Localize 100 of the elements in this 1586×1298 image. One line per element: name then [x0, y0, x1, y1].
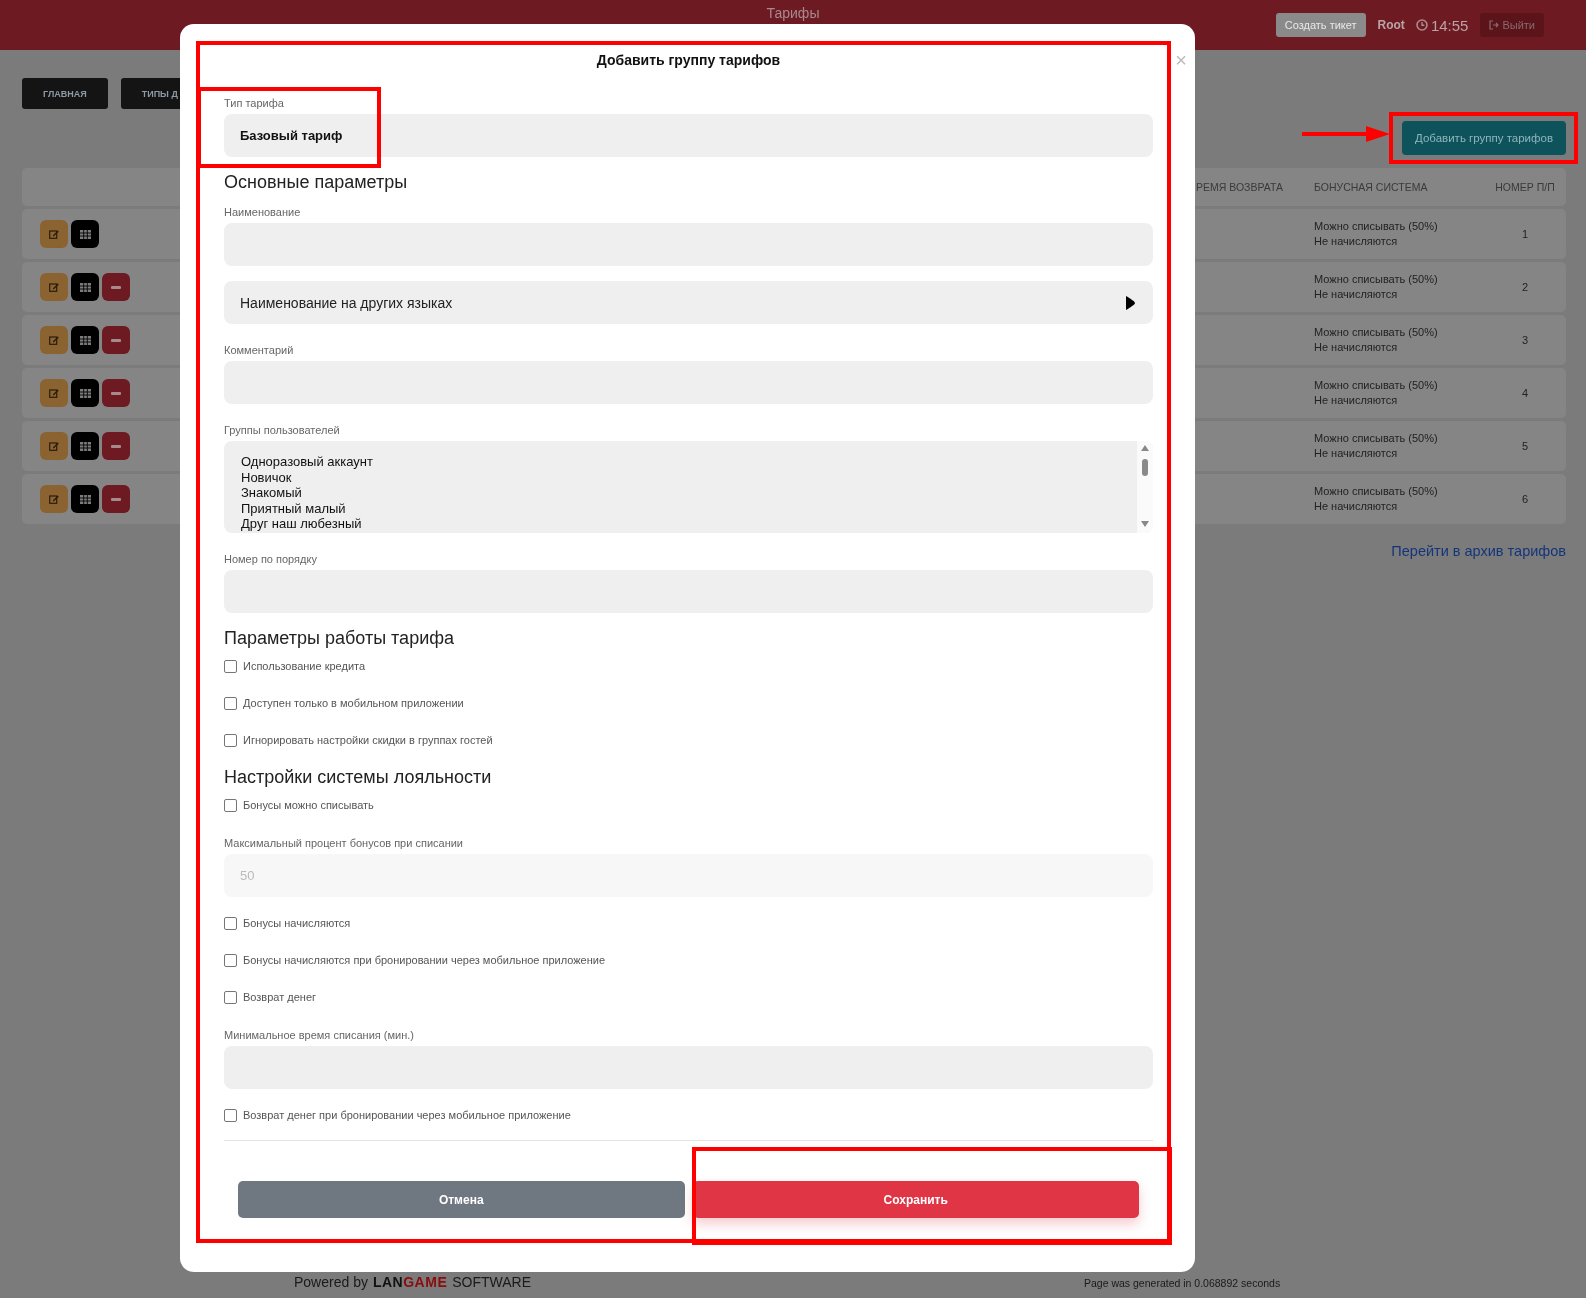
edit-button[interactable] — [40, 273, 68, 301]
grid-icon — [79, 282, 91, 292]
section-heading: Параметры работы тарифа — [224, 627, 456, 650]
edit-icon — [49, 229, 59, 239]
powered-by-text: Powered by — [294, 1274, 368, 1290]
select-field[interactable]: Базовый тариф — [224, 114, 1153, 157]
field-label: Тип тарифа — [224, 96, 285, 110]
minus-icon — [111, 338, 121, 342]
edit-button[interactable] — [40, 379, 68, 407]
minus-icon — [111, 391, 121, 395]
add-tariff-group-button[interactable]: Добавить группу тарифов — [1402, 121, 1566, 155]
checkbox[interactable] — [224, 990, 237, 1004]
minus-icon — [111, 497, 121, 501]
exit-icon — [1489, 20, 1500, 30]
grid-icon — [79, 388, 91, 398]
table-cell-text: 2 — [1520, 281, 1530, 293]
minus-icon — [111, 285, 121, 289]
table-cell-text: 6 — [1520, 493, 1530, 505]
checkbox[interactable] — [224, 1108, 237, 1122]
grid-icon — [79, 335, 91, 345]
edit-icon — [49, 388, 59, 398]
edit-button[interactable] — [40, 220, 68, 248]
checkbox[interactable] — [224, 659, 237, 673]
listbox[interactable]: Одноразовый аккаунт Новичок Знакомый Приятный малый Друг наш любезный — [224, 441, 1153, 533]
table-cell-text: Можно списывать (50%) — [1314, 431, 1439, 446]
edit-button[interactable] — [40, 485, 68, 513]
field-label: Максимальный процент бонусов при списании — [224, 836, 465, 850]
table-button[interactable] — [71, 485, 99, 513]
table-cell-text: Можно списывать (50%) — [1314, 484, 1439, 499]
checkbox[interactable] — [224, 953, 237, 967]
delete-button[interactable] — [102, 485, 130, 513]
table-button[interactable] — [71, 432, 99, 460]
table-cell-text: Можно списывать (50%) — [1314, 325, 1439, 340]
grid-icon — [79, 494, 91, 504]
edit-icon — [49, 282, 59, 292]
checkbox[interactable] — [224, 916, 237, 930]
collapsible-row[interactable]: Наименование на других языках — [224, 281, 1153, 324]
section-heading: Основные параметры — [224, 171, 409, 194]
table-cell-text: Не начисляются — [1314, 446, 1399, 461]
list-option[interactable]: Приятный малый — [241, 500, 373, 516]
field-label: Комментарий — [224, 343, 295, 357]
generation-time: Page was generated in 0.068892 seconds — [1084, 1277, 1281, 1289]
table-cell-text: 4 — [1520, 387, 1530, 399]
table-cell-text: Можно списывать (50%) — [1314, 378, 1439, 393]
langame-logo: LANGAME — [372, 1274, 448, 1290]
table-cell-text: Можно списывать (50%) — [1314, 219, 1439, 234]
minus-icon — [111, 444, 121, 448]
table-cell-text: Не начисляются — [1314, 499, 1399, 514]
list-option[interactable]: Одноразовый аккаунт — [241, 454, 373, 470]
section-heading: Настройки системы лояльности — [224, 766, 493, 789]
table-cell-text: 3 — [1520, 334, 1530, 346]
checkbox-label: Игнорировать настройки скидки в группах гостей — [243, 734, 493, 746]
checkbox-label: Использование кредита — [243, 660, 366, 672]
delete-button[interactable] — [102, 326, 130, 354]
list-option[interactable]: Новичок — [241, 469, 373, 485]
checkbox-label: Возврат денег — [243, 991, 317, 1003]
table-button[interactable] — [71, 273, 99, 301]
checkbox-label: Бонусы начисляются — [243, 917, 351, 929]
edit-icon — [49, 494, 59, 504]
checkbox-label: Бонусы начисляются при бронировании через мобильное приложение — [243, 954, 606, 966]
table-button[interactable] — [71, 379, 99, 407]
grid-icon — [79, 441, 91, 451]
field-label: Минимальное время списания (мин.) — [224, 1028, 415, 1042]
delete-button[interactable] — [102, 432, 130, 460]
table-cell-text: Можно списывать (50%) — [1314, 272, 1439, 287]
checkbox-label: Доступен только в мобильном приложении — [243, 697, 464, 709]
list-option[interactable]: Друг наш любезный — [241, 516, 373, 532]
checkbox[interactable] — [224, 696, 237, 710]
table-button[interactable] — [71, 326, 99, 354]
checkbox[interactable] — [224, 798, 237, 812]
clock-icon — [1415, 19, 1428, 31]
column-header: НОМЕР П/П — [1494, 181, 1556, 193]
user-name[interactable]: Root — [1377, 18, 1405, 32]
table-cell-text: Не начисляются — [1314, 393, 1399, 408]
field-label: Группы пользователей — [224, 423, 341, 437]
delete-button[interactable] — [102, 273, 130, 301]
column-header: РЕМЯ ВОЗВРАТА — [1196, 181, 1284, 193]
edit-button[interactable] — [40, 432, 68, 460]
checkbox-label: Возврат денег при бронировании через мобильное приложение — [243, 1109, 571, 1121]
field-label: Наименование — [224, 205, 302, 219]
table-button[interactable] — [71, 220, 99, 248]
table-cell-text: Не начисляются — [1314, 340, 1399, 355]
table-cell-text: 5 — [1520, 440, 1530, 452]
checkbox[interactable] — [224, 733, 237, 747]
table-cell-text: Не начисляются — [1314, 234, 1399, 249]
delete-button[interactable] — [102, 379, 130, 407]
edit-icon — [49, 441, 59, 451]
brand-suffix: SOFTWARE — [452, 1274, 532, 1290]
table-cell-text: 1 — [1520, 228, 1530, 240]
nav-button[interactable]: ГЛАВНАЯ — [22, 78, 108, 109]
list-option[interactable]: Знакомый — [241, 485, 373, 501]
column-header: БОНУСНАЯ СИСТЕМА — [1314, 181, 1429, 193]
cancel-button[interactable]: Отмена — [238, 1181, 685, 1218]
edit-icon — [49, 335, 59, 345]
grid-icon — [79, 229, 91, 239]
field-label: Номер по порядку — [224, 552, 318, 566]
edit-button[interactable] — [40, 326, 68, 354]
table-cell-text: Не начисляются — [1314, 287, 1399, 302]
clock-time: 14:55 — [1430, 16, 1469, 34]
checkbox-label: Бонусы можно списывать — [243, 799, 374, 811]
